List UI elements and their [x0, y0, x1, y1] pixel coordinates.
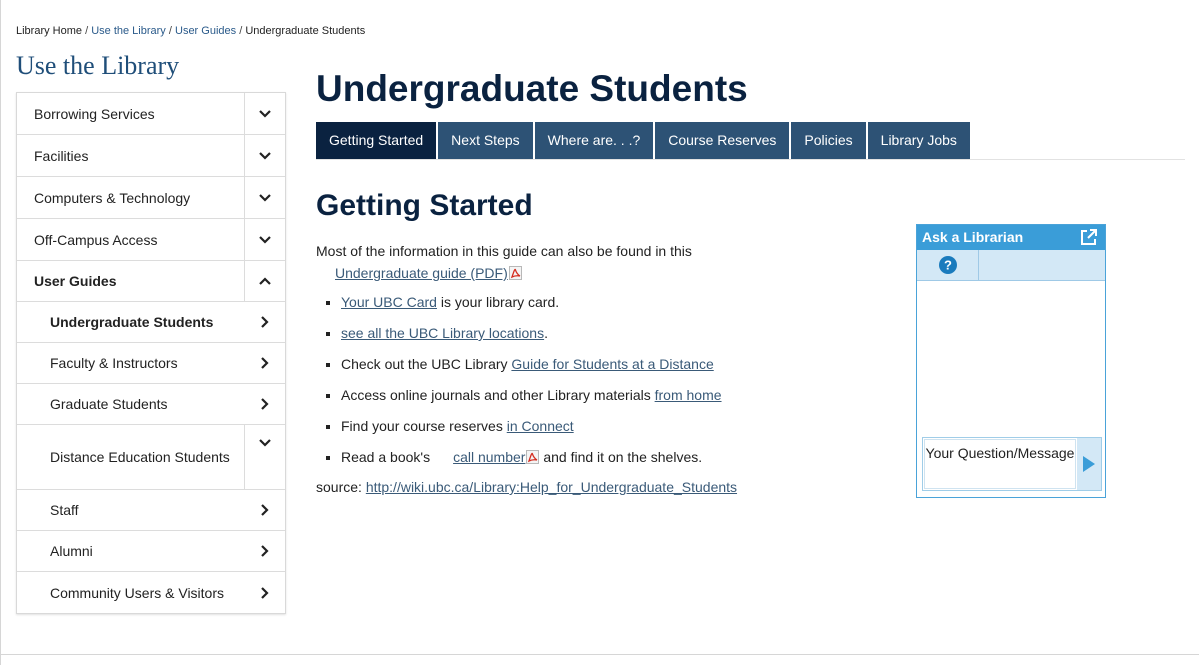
sidebar-item-label: Distance Education Students	[50, 449, 230, 465]
sidebar-subitem-distance-education-students[interactable]: Distance Education Students	[17, 424, 285, 489]
chevron-right-icon[interactable]	[245, 343, 285, 383]
help-icon[interactable]: ?	[917, 250, 979, 280]
ask-widget-header: Ask a Librarian	[917, 225, 1105, 250]
list-item: Read a book's call number and find it on …	[316, 442, 876, 473]
sidebar-item-label: Borrowing Services	[34, 105, 155, 122]
chevron-right-icon[interactable]	[245, 384, 285, 424]
tab-library-jobs[interactable]: Library Jobs	[867, 122, 970, 159]
sidebar-item-label: Graduate Students	[50, 396, 168, 412]
breadcrumb-library-home[interactable]: Library Home	[16, 25, 82, 37]
chevron-down-icon[interactable]	[244, 219, 285, 260]
page-title: Undergraduate Students	[316, 68, 748, 109]
question-input[interactable]: Your Question/Message	[922, 437, 1102, 491]
list-item: Your UBC Card is your library card.	[316, 287, 876, 318]
breadcrumb-user-guides[interactable]: User Guides	[175, 25, 236, 37]
sidebar-item-label: Staff	[50, 502, 79, 518]
intro-paragraph: Most of the information in this guide ca…	[316, 240, 876, 284]
list-item-text: .	[544, 325, 548, 341]
chevron-down-icon[interactable]	[244, 177, 285, 218]
tab-next-steps[interactable]: Next Steps	[438, 122, 533, 159]
guide-tabs: Getting Started Next Steps Where are. . …	[316, 122, 972, 159]
breadcrumb-separator: /	[168, 25, 172, 37]
from-home-link[interactable]: from home	[655, 387, 722, 403]
distance-guide-link[interactable]: Guide for Students at a Distance	[511, 356, 713, 372]
tab-where-are[interactable]: Where are. . .?	[534, 122, 654, 159]
send-arrow-icon[interactable]	[1077, 438, 1101, 490]
sidebar-nav: Borrowing Services Facilities Computers …	[16, 92, 286, 614]
breadcrumb-separator: /	[239, 25, 243, 37]
sidebar-subitem-faculty-instructors[interactable]: Faculty & Instructors	[17, 342, 285, 383]
list-item-text: is your library card.	[436, 294, 560, 310]
list-item-text: Access online journals and other Library…	[341, 387, 655, 403]
chevron-down-icon[interactable]	[244, 93, 285, 134]
sidebar-item-label: Undergraduate Students	[50, 314, 214, 330]
source-line: source: http://wiki.ubc.ca/Library:Help_…	[316, 479, 737, 495]
source-link[interactable]: http://wiki.ubc.ca/Library:Help_for_Unde…	[366, 479, 737, 495]
sidebar-item-label: Computers & Technology	[34, 189, 191, 206]
left-border	[0, 0, 1, 665]
sidebar-item-label: Faculty & Instructors	[50, 355, 178, 371]
tab-course-reserves[interactable]: Course Reserves	[655, 122, 790, 159]
list-item-text: Read a book's	[341, 449, 431, 465]
list-item-text: Find your course reserves	[341, 418, 507, 434]
sidebar-subitem-graduate-students[interactable]: Graduate Students	[17, 383, 285, 424]
sidebar-item-label: User Guides	[34, 273, 117, 289]
chevron-right-icon[interactable]	[245, 572, 285, 613]
sidebar-subitem-staff[interactable]: Staff	[17, 489, 285, 530]
chevron-down-icon[interactable]	[244, 425, 285, 489]
chevron-up-icon[interactable]	[244, 261, 285, 301]
chevron-right-icon[interactable]	[245, 531, 285, 571]
external-link-icon[interactable]	[1080, 228, 1098, 254]
source-label: source:	[316, 479, 366, 495]
sidebar-subitem-undergraduate-students[interactable]: Undergraduate Students	[17, 301, 285, 342]
list-item: Access online journals and other Library…	[316, 380, 876, 411]
sidebar-subitem-alumni[interactable]: Alumni	[17, 530, 285, 571]
ask-a-librarian-widget: Ask a Librarian ? Your Question/Message	[916, 224, 1106, 498]
svg-text:?: ?	[944, 258, 952, 273]
list-item-text: and find it on the shelves.	[539, 449, 703, 465]
chat-area	[917, 281, 1105, 436]
sidebar-subitem-community-users-visitors[interactable]: Community Users & Visitors	[17, 571, 285, 613]
pdf-icon	[508, 264, 522, 280]
sidebar-item-facilities[interactable]: Facilities	[17, 134, 285, 176]
list-item-text: Check out the UBC Library	[341, 356, 512, 372]
in-connect-link[interactable]: in Connect	[507, 418, 574, 434]
sidebar-item-label: Alumni	[50, 543, 93, 559]
list-item: see all the UBC Library locations.	[316, 318, 876, 349]
tab-getting-started[interactable]: Getting Started	[316, 122, 437, 159]
undergraduate-guide-pdf-link[interactable]: Undergraduate guide (PDF)	[335, 265, 508, 281]
sidebar-item-computers-technology[interactable]: Computers & Technology	[17, 176, 285, 218]
section-title: Getting Started	[316, 189, 533, 222]
tab-policies[interactable]: Policies	[791, 122, 866, 159]
ask-widget-title: Ask a Librarian	[922, 229, 1024, 245]
chevron-right-icon[interactable]	[245, 490, 285, 530]
tips-list: Your UBC Card is your library card. see …	[316, 287, 876, 473]
pdf-icon	[526, 444, 540, 464]
sidebar-item-label: Off-Campus Access	[34, 231, 158, 248]
chevron-down-icon[interactable]	[244, 135, 285, 176]
breadcrumb: Library Home / Use the Library / User Gu…	[16, 25, 365, 37]
ubc-card-link[interactable]: Your UBC Card	[341, 294, 437, 310]
breadcrumb-separator: /	[85, 25, 89, 37]
sidebar-title: Use the Library	[16, 51, 180, 80]
ask-widget-tabs: ?	[917, 250, 1105, 281]
library-locations-link[interactable]: see all the UBC Library locations	[341, 325, 544, 341]
sidebar-item-label: Community Users & Visitors	[50, 584, 225, 601]
list-item: Check out the UBC Library Guide for Stud…	[316, 349, 876, 380]
bottom-border	[0, 654, 1199, 655]
breadcrumb-use-the-library[interactable]: Use the Library	[91, 25, 166, 37]
tabs-divider	[316, 159, 1185, 160]
breadcrumb-current: Undergraduate Students	[245, 25, 366, 37]
chevron-right-icon[interactable]	[245, 302, 285, 342]
sidebar-item-off-campus-access[interactable]: Off-Campus Access	[17, 218, 285, 260]
question-placeholder[interactable]: Your Question/Message	[924, 439, 1076, 489]
sidebar-item-borrowing-services[interactable]: Borrowing Services	[17, 93, 285, 134]
call-number-link[interactable]: call number	[453, 449, 525, 465]
list-item: Find your course reserves in Connect	[316, 411, 876, 442]
sidebar-item-user-guides[interactable]: User Guides	[17, 260, 285, 301]
intro-text: Most of the information in this guide ca…	[316, 243, 692, 259]
sidebar-item-label: Facilities	[34, 147, 89, 164]
